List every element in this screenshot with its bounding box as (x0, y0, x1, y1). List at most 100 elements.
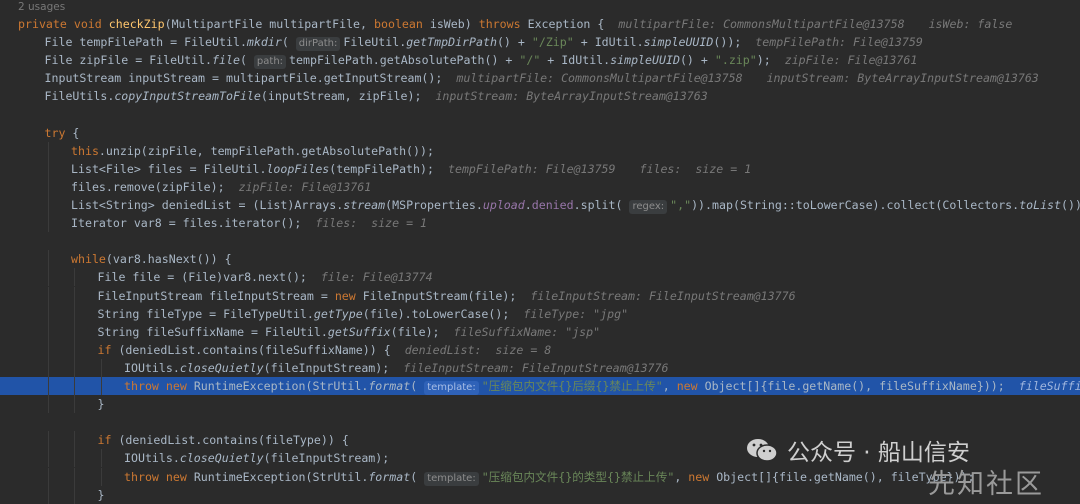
indent-guide (47, 395, 49, 414)
debug-value[interactable]: fileType: "jpg" (523, 307, 628, 321)
code-line[interactable]: if (deniedList.contains(fileSuffixName))… (0, 340, 1080, 359)
code-token: ( (239, 53, 254, 68)
code-line[interactable]: throw new RuntimeException(StrUtil.forma… (0, 377, 1080, 395)
code-line[interactable]: Iterator var8 = files.iterator(); files: … (0, 214, 1080, 233)
indent-guide (47, 268, 49, 287)
code-token: "," (670, 198, 692, 212)
debug-inline-values: multipartFile: CommonsMultipartFile@1375… (618, 17, 1036, 31)
debug-value[interactable]: inputStream: ByteArrayInputStream@13763 (767, 71, 1039, 85)
code-token: FileInputStream(file); (362, 288, 517, 303)
debug-value[interactable]: multipartFile: CommonsMultipartFile@1375… (618, 17, 904, 31)
code-token: new (688, 469, 717, 484)
debug-inline-values: file: File@13774 (321, 270, 457, 284)
code-token: FileUtils. (44, 89, 115, 104)
code-token: ()); (713, 35, 742, 50)
code-text: String fileSuffixName = FileUtil.getSuff… (98, 323, 625, 341)
debug-value[interactable]: tempFilePath: File@13759 (755, 35, 923, 49)
usages-hint[interactable]: 2 usages (18, 0, 65, 14)
code-token: try (44, 125, 73, 140)
indent-guide (74, 467, 75, 486)
parameter-hint: dirPath: (295, 37, 341, 52)
debug-value[interactable]: fileInputStream: FileInputStream@13776 (530, 289, 795, 303)
code-line[interactable]: File tempFilePath = FileUtil.mkdir( dirP… (0, 33, 1080, 52)
debug-value[interactable]: isWeb: false (929, 17, 1013, 31)
code-line[interactable] (0, 413, 1080, 431)
debug-value[interactable]: fileInputStream: FileInputStream@13776 (403, 361, 668, 375)
code-line[interactable]: InputStream inputStream = multipartFile.… (0, 69, 1080, 87)
code-line[interactable]: files.remove(zipFile); zipFile: File@1376… (0, 177, 1080, 196)
code-token: denied (531, 198, 574, 212)
debug-value[interactable]: inputStream: ByteArrayInputStream@13763 (435, 89, 707, 103)
code-line[interactable]: while(var8.hasNext()) { (0, 250, 1080, 269)
debug-value[interactable]: tempFilePath: File@13759 (448, 162, 616, 176)
code-line[interactable] (0, 106, 1080, 124)
code-token: String fileSuffixName = FileUtil. (97, 324, 328, 339)
debug-value[interactable]: file: File@13774 (321, 270, 433, 284)
code-token: private void (18, 17, 109, 31)
code-token: FileInputStream fileInputStream = (97, 288, 335, 303)
code-token: ()); (1061, 198, 1080, 212)
code-token: "压缩包内文件{}后缀{}禁止上传" (481, 379, 663, 393)
code-line[interactable]: File zipFile = FileUtil.file( path: tempF… (0, 51, 1080, 70)
code-token: (inputStream, zipFile); (260, 89, 422, 104)
indent-guide (100, 377, 102, 395)
indent-guide (100, 449, 102, 468)
code-text: File tempFilePath = FileUtil.mkdir( dirP… (45, 33, 947, 52)
code-text: List<File> files = FileUtil.loopFiles(te… (71, 160, 775, 178)
code-text: IOUtils.closeQuietly(fileInputStream); fi… (124, 359, 693, 377)
indent-guide (47, 431, 49, 450)
code-line[interactable]: FileUtils.copyInputStreamToFile(inputStr… (0, 87, 1080, 105)
debug-value[interactable]: fileSuffixName: "js (1019, 379, 1080, 393)
code-token: )).map(String::toLowerCase).collect(Coll… (691, 198, 1020, 212)
code-line[interactable]: IOUtils.closeQuietly(fileInputStream); fi… (0, 358, 1080, 377)
code-line[interactable]: String fileType = FileTypeUtil.getType(f… (0, 304, 1080, 323)
code-line[interactable]: private void checkZip(MultipartFile mult… (0, 15, 1080, 33)
code-text: this.unzip(zipFile, tempFilePath.getAbso… (71, 142, 434, 160)
code-token: upload (482, 198, 525, 212)
code-token: format (368, 379, 411, 393)
code-line[interactable]: this.unzip(zipFile, tempFilePath.getAbso… (0, 141, 1080, 160)
code-text: try { (45, 124, 80, 142)
code-token: ".zip" (714, 53, 757, 68)
code-text: List<String> deniedList = (List)Arrays.s… (71, 196, 1080, 214)
debug-value[interactable]: files: size = 1 (640, 162, 752, 176)
debug-value[interactable]: deniedList: size = 8 (405, 343, 552, 357)
debug-value[interactable]: files: size = 1 (315, 216, 427, 230)
debug-value[interactable]: zipFile: File@13761 (239, 180, 372, 194)
code-line[interactable]: List<File> files = FileUtil.loopFiles(te… (0, 159, 1080, 178)
code-text: Iterator var8 = files.iterator(); files: … (71, 214, 451, 232)
debug-value[interactable]: multipartFile: CommonsMultipartFile@1375… (456, 71, 742, 85)
indent-guide (74, 304, 75, 323)
code-line[interactable]: throw new RuntimeException(StrUtil.forma… (0, 467, 1080, 486)
code-line[interactable]: List<String> deniedList = (List)Arrays.s… (0, 196, 1080, 214)
code-line[interactable]: } (0, 395, 1080, 414)
code-text: IOUtils.closeQuietly(fileInputStream); (124, 449, 389, 467)
debug-value[interactable]: zipFile: File@13761 (785, 53, 918, 67)
indent-guide (74, 358, 75, 377)
debug-inline-values: tempFilePath: File@13759 files: size = 1 (448, 162, 775, 176)
code-token: RuntimeException(StrUtil. (193, 379, 369, 393)
code-token: (fileInputStream); (263, 451, 390, 466)
indent-guide (47, 485, 49, 504)
code-line[interactable] (0, 232, 1080, 250)
debug-value[interactable]: fileSuffixName: "jsp" (454, 325, 601, 339)
code-line[interactable]: String fileSuffixName = FileUtil.getSuff… (0, 322, 1080, 341)
code-token: File file = (File)var8.next(); (97, 270, 307, 285)
code-text: FileInputStream fileInputStream = new Fi… (98, 287, 820, 305)
indent-guide (47, 159, 49, 178)
code-editor[interactable]: 2 usages private void checkZip(Multipart… (0, 0, 1080, 504)
code-token: IOUtils. (124, 360, 180, 375)
code-token: (file).toLowerCase(); (362, 306, 510, 321)
code-token: isWeb) (429, 17, 479, 31)
code-line[interactable]: try { (0, 124, 1080, 142)
parameter-hint: template: (424, 381, 479, 395)
code-token: "压缩包内文件{}的类型{}禁止上传" (481, 469, 675, 484)
code-line[interactable]: FileInputStream fileInputStream = new Fi… (0, 286, 1080, 305)
code-token: throw new (124, 379, 194, 393)
code-line[interactable]: } (0, 485, 1080, 504)
code-token: , (674, 469, 689, 484)
code-line[interactable]: File file = (File)var8.next(); file: File… (0, 268, 1080, 287)
code-token: ( (410, 469, 425, 484)
code-token: new (334, 288, 363, 303)
indent-guide (74, 286, 75, 305)
